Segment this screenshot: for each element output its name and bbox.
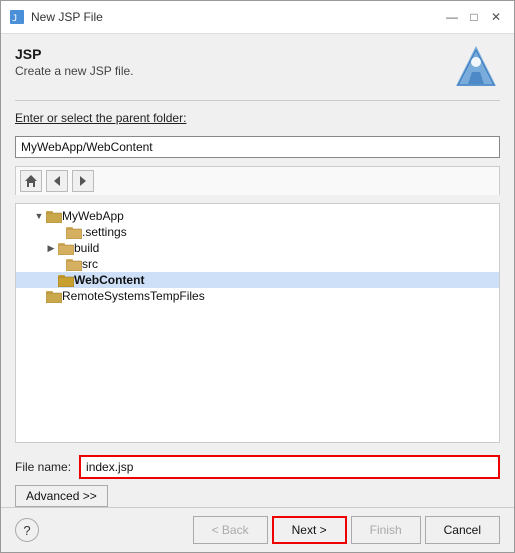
tree-item-webcontent[interactable]: ▶ WebContent xyxy=(16,272,499,288)
filename-row: File name: xyxy=(15,455,500,479)
arrow-left-icon xyxy=(50,174,64,188)
tree-label-webcontent: WebContent xyxy=(74,273,144,287)
maximize-button[interactable]: □ xyxy=(464,7,484,27)
main-content: JSP Create a new JSP file. Enter or sele… xyxy=(1,34,514,455)
forward-nav-button[interactable] xyxy=(72,170,94,192)
wizard-subtitle: Create a new JSP file. xyxy=(15,64,134,78)
minimize-button[interactable]: — xyxy=(442,7,462,27)
svg-text:J: J xyxy=(12,14,17,24)
dialog-buttons: < Back Next > Finish Cancel xyxy=(193,516,500,544)
tree-item-remote[interactable]: ▶ RemoteSystemsTempFiles xyxy=(16,288,499,304)
folder-icon-settings xyxy=(66,226,82,239)
expand-icon-mywebapp[interactable]: ▼ xyxy=(32,209,46,223)
tree-nav xyxy=(15,166,500,195)
tree-item-mywebapp[interactable]: ▼ MyWebApp xyxy=(16,208,499,224)
expand-icon-settings: ▶ xyxy=(52,225,66,239)
folder-label-text: Enter or select the parent folder: xyxy=(15,111,186,125)
folder-tree[interactable]: ▼ MyWebApp ▶ .settings xyxy=(15,203,500,443)
help-button[interactable]: ? xyxy=(15,518,39,542)
finish-button[interactable]: Finish xyxy=(351,516,421,544)
folder-icon-build xyxy=(58,242,74,255)
window-title: New JSP File xyxy=(31,10,436,24)
tree-item-build[interactable]: ▶ build xyxy=(16,240,499,256)
button-bar: ? < Back Next > Finish Cancel xyxy=(1,507,514,552)
tree-label-build: build xyxy=(74,241,99,255)
home-icon xyxy=(24,174,38,188)
cancel-button[interactable]: Cancel xyxy=(425,516,500,544)
tree-item-src[interactable]: ▶ src xyxy=(16,256,499,272)
folder-icon-webcontent xyxy=(58,274,74,287)
arrow-right-icon xyxy=(76,174,90,188)
tree-item-settings[interactable]: ▶ .settings xyxy=(16,224,499,240)
header-section: JSP Create a new JSP file. xyxy=(15,46,500,90)
filename-input[interactable] xyxy=(79,455,500,479)
wizard-title: JSP xyxy=(15,46,134,62)
expand-icon-remote: ▶ xyxy=(32,289,46,303)
tree-label-mywebapp: MyWebApp xyxy=(62,209,124,223)
back-button[interactable]: < Back xyxy=(193,516,268,544)
folder-label: Enter or select the parent folder: xyxy=(15,111,500,125)
advanced-section: Advanced >> xyxy=(15,485,500,507)
project-icon-remote xyxy=(46,290,62,303)
home-nav-button[interactable] xyxy=(20,170,42,192)
expand-icon-src: ▶ xyxy=(52,257,66,271)
tree-label-src: src xyxy=(82,257,98,271)
bottom-section: File name: Advanced >> xyxy=(1,455,514,507)
expand-icon-build[interactable]: ▶ xyxy=(44,241,58,255)
wizard-icon xyxy=(452,42,500,90)
back-nav-button[interactable] xyxy=(46,170,68,192)
advanced-button[interactable]: Advanced >> xyxy=(15,485,108,507)
folder-icon-src xyxy=(66,258,82,271)
filename-label: File name: xyxy=(15,460,71,474)
window-controls: — □ ✕ xyxy=(442,7,506,27)
folder-input[interactable] xyxy=(15,136,500,158)
tree-label-remote: RemoteSystemsTempFiles xyxy=(62,289,205,303)
title-bar: J New JSP File — □ ✕ xyxy=(1,1,514,34)
tree-label-settings: .settings xyxy=(82,225,127,239)
dialog-window: J New JSP File — □ ✕ JSP Create a new JS… xyxy=(0,0,515,553)
project-icon-mywebapp xyxy=(46,210,62,223)
next-button[interactable]: Next > xyxy=(272,516,347,544)
close-button[interactable]: ✕ xyxy=(486,7,506,27)
header-divider xyxy=(15,100,500,101)
header-left: JSP Create a new JSP file. xyxy=(15,46,134,78)
expand-icon-webcontent: ▶ xyxy=(44,273,58,287)
window-icon: J xyxy=(9,9,25,25)
